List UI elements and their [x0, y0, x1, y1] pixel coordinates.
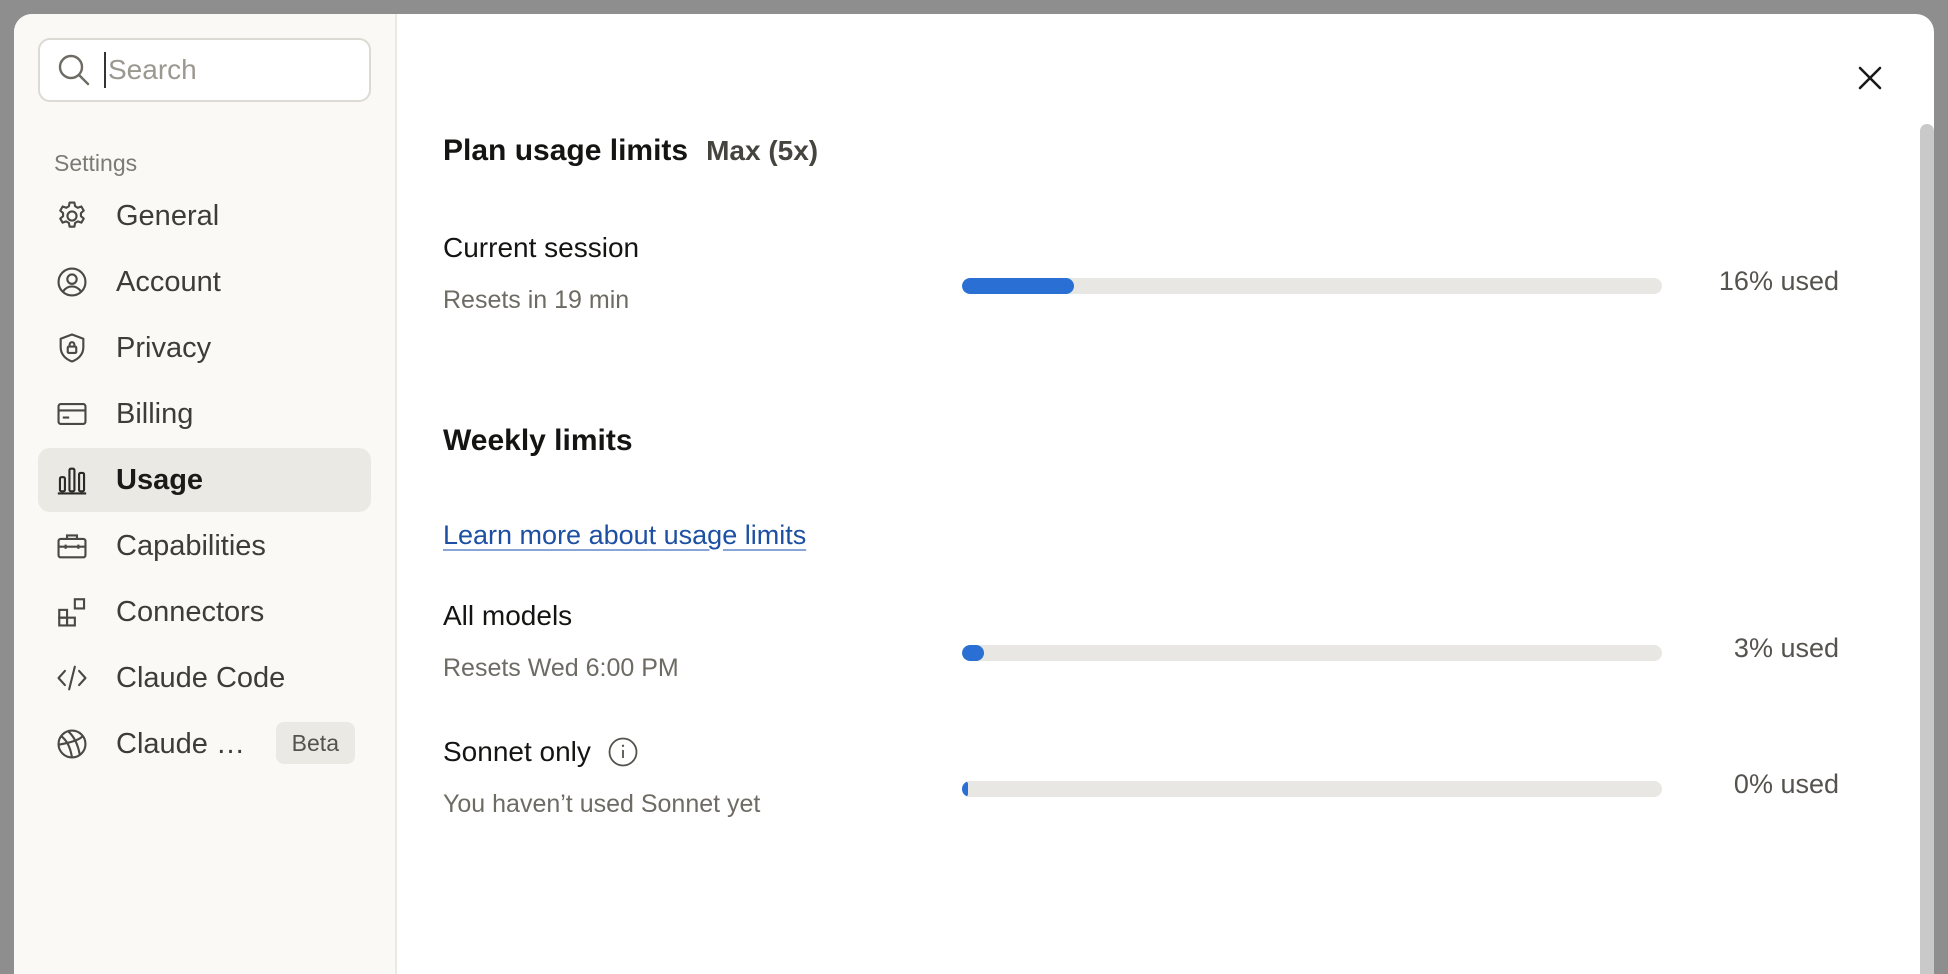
usage-percent: 3% used — [1733, 633, 1839, 663]
connectors-icon — [52, 592, 92, 632]
credit-card-icon — [52, 394, 92, 434]
search-input[interactable] — [104, 52, 360, 88]
progress-bar — [962, 781, 1662, 797]
progress-fill — [962, 645, 984, 661]
sidebar-item-label: Claude … — [116, 727, 245, 760]
sidebar-item-label: Claude Code — [116, 661, 286, 694]
limit-name: Sonnet only — [443, 736, 591, 767]
scrollbar[interactable] — [1920, 124, 1934, 974]
code-icon — [52, 658, 92, 698]
close-button[interactable] — [1850, 58, 1890, 98]
settings-sidebar: Settings General Account — [14, 14, 397, 974]
usage-percent: 16% used — [1718, 266, 1839, 296]
settings-section-label: Settings — [54, 150, 138, 176]
sidebar-item-connectors[interactable]: Connectors — [38, 580, 371, 644]
bar-chart-icon — [52, 460, 92, 500]
progress-bar — [962, 278, 1662, 294]
progress-fill — [962, 278, 1074, 294]
current-session-row: Current session Resets in 19 min 16% use… — [443, 232, 1863, 332]
sidebar-item-usage[interactable]: Usage — [38, 448, 371, 512]
sonnet-only-row: Sonnet only You haven’t used Sonnet yet … — [443, 736, 1863, 836]
gear-icon — [52, 196, 92, 236]
sidebar-item-billing[interactable]: Billing — [38, 382, 371, 446]
sidebar-item-claude-beta[interactable]: Claude … Beta — [38, 712, 371, 776]
shield-lock-icon — [52, 328, 92, 368]
progress-bar — [962, 645, 1662, 661]
limit-name: All models — [443, 600, 573, 631]
limit-name: Current session — [443, 232, 640, 263]
learn-more-link[interactable]: Learn more about usage limits — [443, 520, 806, 551]
limit-reset: Resets in 19 min — [443, 286, 630, 314]
sidebar-item-label: General — [116, 199, 220, 232]
sidebar-item-label: Privacy — [116, 331, 212, 364]
usage-percent: 0% used — [1733, 769, 1839, 799]
plan-name: Max (5x) — [706, 135, 819, 166]
sidebar-item-general[interactable]: General — [38, 184, 371, 248]
sidebar-item-label: Connectors — [116, 595, 265, 628]
info-icon[interactable] — [607, 736, 639, 768]
close-icon — [1858, 66, 1882, 90]
sidebar-item-account[interactable]: Account — [38, 250, 371, 314]
limit-reset: Resets Wed 6:00 PM — [443, 654, 679, 682]
briefcase-icon — [52, 526, 92, 566]
page-title: Plan usage limits — [443, 134, 689, 167]
user-circle-icon — [52, 262, 92, 302]
sidebar-item-label: Account — [116, 265, 221, 298]
sidebar-item-label: Billing — [116, 397, 194, 430]
all-models-row: All models Resets Wed 6:00 PM 3% used — [443, 600, 1863, 700]
globe-icon — [52, 724, 92, 764]
weekly-heading: Weekly limits — [443, 424, 633, 457]
beta-badge: Beta — [275, 722, 355, 764]
settings-modal: Settings General Account — [14, 14, 1934, 974]
sidebar-item-claude-code[interactable]: Claude Code — [38, 646, 371, 710]
progress-fill — [962, 781, 968, 797]
sidebar-item-privacy[interactable]: Privacy — [38, 316, 371, 380]
limit-name-wrap: Sonnet only — [443, 736, 639, 768]
limit-reset: You haven’t used Sonnet yet — [443, 790, 761, 818]
plan-heading: Plan usage limits Max (5x) — [443, 134, 818, 168]
search-box[interactable] — [38, 38, 371, 102]
sidebar-item-capabilities[interactable]: Capabilities — [38, 514, 371, 578]
usage-panel: Plan usage limits Max (5x) Current sessi… — [397, 14, 1934, 974]
sidebar-item-label: Usage — [116, 463, 204, 496]
sidebar-item-label: Capabilities — [116, 529, 266, 562]
search-icon — [54, 50, 94, 90]
settings-nav: General Account Privacy Billing Usage Ca… — [38, 184, 371, 778]
